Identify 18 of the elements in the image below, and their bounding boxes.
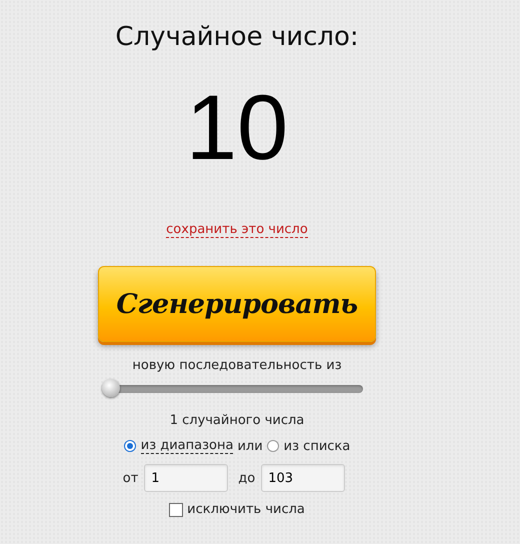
checkbox-label[interactable]: исключить числа [187, 502, 305, 517]
radio-label[interactable]: из списка [284, 438, 350, 454]
random-number: 10 [186, 82, 288, 174]
range-label: до [238, 470, 256, 486]
radio-button[interactable] [266, 440, 279, 452]
page-title: Случайное число: [115, 22, 359, 52]
range-field[interactable]: 1 [144, 464, 228, 492]
exclude-checkbox[interactable] [169, 502, 184, 516]
radio-label[interactable]: из диапазона [140, 438, 234, 454]
generate-button[interactable]: Сгенерировать [98, 266, 376, 342]
save-number-link[interactable]: сохранить это число [166, 222, 308, 238]
sequence-label: новую последовательность из [132, 358, 342, 373]
range-label: от [122, 470, 138, 486]
range-field[interactable]: 103 [261, 464, 346, 492]
joiner-text: или [237, 438, 263, 454]
slider-thumb[interactable] [102, 379, 120, 397]
count-label: 1 случайного числа [170, 413, 304, 428]
radio-button[interactable] [124, 440, 136, 452]
